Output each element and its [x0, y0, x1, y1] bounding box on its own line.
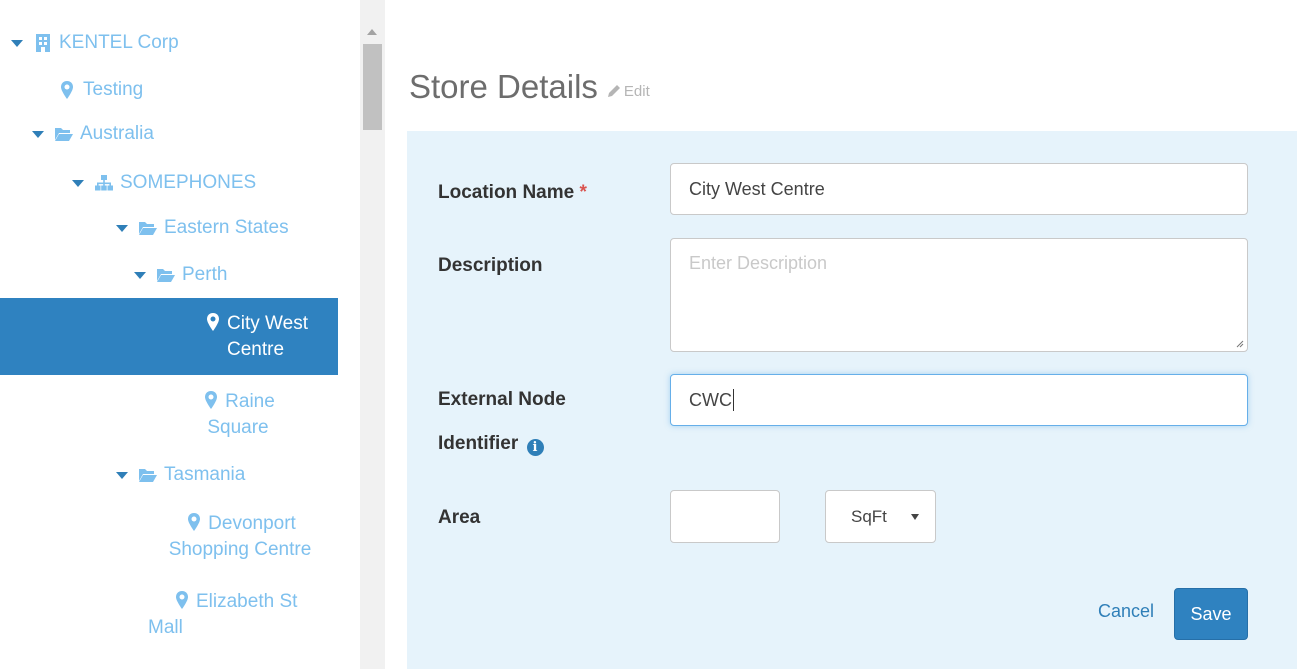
scroll-up-arrow-icon[interactable]	[367, 29, 377, 35]
edit-link[interactable]: Edit	[607, 83, 650, 100]
external-node-label: External Node	[438, 381, 566, 419]
cancel-button[interactable]: Cancel	[1098, 601, 1154, 622]
area-label: Area	[438, 507, 481, 528]
page-header: Store Details Edit	[409, 68, 650, 106]
tree-item-label: Perth	[182, 264, 228, 285]
tree-item-somephones[interactable]: SOMEPHONES	[72, 170, 256, 196]
location-name-label-text: Location Name	[438, 182, 575, 203]
required-asterisk: *	[579, 182, 587, 203]
map-marker-icon	[203, 311, 223, 333]
location-tree: KENTEL Corp Testing Australia SOMEPHONES…	[0, 0, 338, 669]
map-marker-icon	[184, 511, 204, 533]
tree-item-label: City West Centre	[226, 313, 308, 360]
tree-item-label: Eastern States	[164, 217, 289, 238]
tree-item-elizabeth-st-mall[interactable]: Elizabeth St Mall	[148, 587, 318, 641]
caret-down-icon[interactable]	[11, 40, 23, 47]
external-node-label-line2: Identifier	[438, 433, 519, 454]
area-input[interactable]	[670, 490, 780, 543]
external-node-label-line1: External Node	[438, 389, 566, 410]
map-marker-icon	[57, 79, 77, 101]
area-unit-select[interactable]: SqFt	[825, 490, 936, 543]
tree-item-label: Testing	[83, 79, 144, 100]
tree-item-label: Tasmania	[164, 464, 246, 485]
tree-item-perth[interactable]: Perth	[134, 262, 227, 288]
location-name-label: Location Name *	[438, 174, 587, 212]
tree-item-kentel-corp[interactable]: KENTEL Corp	[11, 30, 179, 56]
caret-down-icon[interactable]	[116, 472, 128, 479]
folder-open-icon	[138, 464, 158, 486]
external-node-label-line2-wrap: Identifier i	[438, 425, 544, 463]
folder-open-icon	[156, 264, 176, 286]
scrollbar-thumb[interactable]	[363, 44, 382, 130]
description-textarea[interactable]: Enter Description	[670, 238, 1248, 352]
dropdown-arrow-icon	[911, 514, 919, 520]
tree-item-devonport-shopping-centre[interactable]: Devonport Shopping Centre	[150, 509, 330, 563]
map-marker-icon	[201, 389, 221, 411]
area-unit-value: SqFt	[851, 506, 887, 526]
description-label: Description	[438, 255, 543, 276]
caret-down-icon[interactable]	[116, 225, 128, 232]
folder-open-icon	[138, 217, 158, 239]
tree-item-city-west-centre[interactable]: City West Centre	[188, 309, 323, 363]
tree-item-raine-square[interactable]: Raine Square	[188, 387, 288, 441]
sidebar-scrollbar[interactable]	[360, 0, 385, 669]
tree-item-label: SOMEPHONES	[120, 172, 257, 193]
resize-grip-icon[interactable]	[1236, 340, 1244, 348]
tree-item-label: Australia	[80, 123, 154, 144]
save-button[interactable]: Save	[1174, 588, 1248, 640]
folder-open-icon	[54, 123, 74, 145]
external-node-value: CWC	[689, 389, 732, 410]
info-icon[interactable]: i	[526, 439, 544, 456]
caret-down-icon[interactable]	[134, 272, 146, 279]
caret-down-icon[interactable]	[32, 131, 44, 138]
external-node-input[interactable]: CWC	[670, 374, 1248, 426]
location-name-input[interactable]: City West Centre	[670, 163, 1248, 215]
text-cursor	[733, 389, 734, 411]
sitemap-icon	[94, 172, 114, 194]
map-marker-icon	[172, 589, 192, 611]
tree-item-testing[interactable]: Testing	[57, 77, 143, 103]
building-icon	[33, 32, 53, 54]
tree-item-label: KENTEL Corp	[59, 32, 179, 53]
edit-label: Edit	[623, 82, 650, 100]
pencil-icon	[607, 85, 620, 97]
tree-item-australia[interactable]: Australia	[32, 121, 154, 147]
tree-item-eastern-states[interactable]: Eastern States	[116, 215, 289, 241]
tree-item-tasmania[interactable]: Tasmania	[116, 462, 245, 488]
tree-item-label: Elizabeth St Mall	[148, 591, 298, 638]
caret-down-icon[interactable]	[72, 180, 84, 187]
description-placeholder: Enter Description	[689, 253, 828, 273]
location-name-value: City West Centre	[689, 178, 825, 199]
page-title: Store Details	[409, 68, 598, 105]
